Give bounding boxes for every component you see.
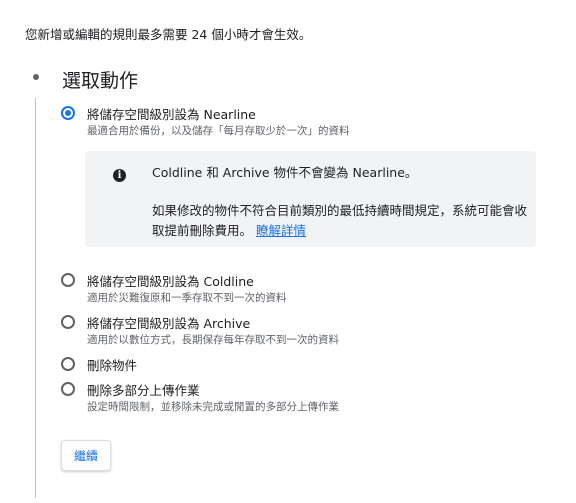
option-description: 設定時間限制，並移除未完成或閒置的多部分上傳作業	[87, 401, 339, 413]
info-body-text: 如果修改的物件不符合目前類別的最低持續時間規定，系統可能會收取提前刪除費用。	[152, 203, 528, 238]
option-description: 適用於災難復原和一季存取不到一次的資料	[87, 292, 287, 304]
option-description: 最適合用於備份，以及儲存「每月存取少於一次」的資料	[87, 125, 350, 137]
option-label[interactable]: 將儲存空間級別設為 Coldline	[87, 271, 254, 290]
info-title: Coldline 和 Archive 物件不會變為 Nearline。	[152, 165, 418, 180]
intro-text: 您新增或編輯的規則最多需要 24 個小時才會生效。	[25, 27, 312, 42]
continue-button[interactable]: 繼續	[61, 440, 111, 471]
option-description: 適用於以數位方式，長期保存每年存取不到一次的資料	[87, 334, 339, 346]
radio-delete-multipart[interactable]	[61, 382, 75, 396]
option-label[interactable]: 將儲存空間級別設為 Archive	[87, 313, 250, 332]
info-body: 如果修改的物件不符合目前類別的最低持續時間規定，系統可能會收取提前刪除費用。 瞭解…	[152, 201, 528, 241]
radio-coldline[interactable]	[61, 273, 75, 287]
option-label[interactable]: 刪除多部分上傳作業	[87, 380, 200, 399]
step-bullet-icon	[33, 74, 39, 80]
radio-delete-object[interactable]	[61, 357, 75, 371]
radio-archive[interactable]	[61, 315, 75, 329]
info-icon: i	[113, 169, 126, 182]
option-label[interactable]: 刪除物件	[87, 355, 137, 374]
option-label[interactable]: 將儲存空間級別設為 Nearline	[87, 104, 256, 123]
learn-more-link[interactable]: 瞭解詳情	[256, 223, 306, 238]
radio-nearline[interactable]	[61, 106, 75, 120]
step-title: 選取動作	[62, 70, 139, 92]
step-rail	[35, 98, 36, 498]
